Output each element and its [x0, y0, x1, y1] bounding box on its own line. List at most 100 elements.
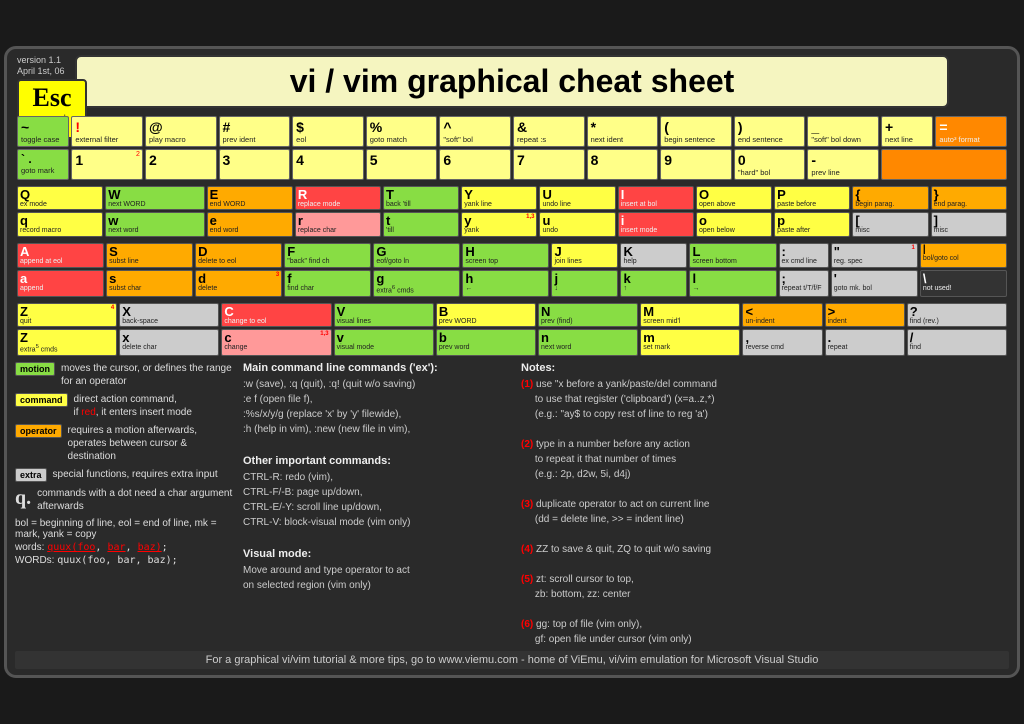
- asdf-row: Aappend at eol Ssubst line Ddelete to eo…: [15, 241, 1009, 299]
- key-X-upper: Xback-space: [119, 303, 219, 328]
- version-text: version 1.1: [17, 55, 61, 65]
- version-info: version 1.1 April 1st, 06: [17, 55, 65, 78]
- key-gt: >indent: [825, 303, 905, 328]
- key-plus: +next line: [881, 116, 933, 147]
- key-bang: !external filter: [71, 116, 143, 147]
- key-C-upper: Cchange to eol: [221, 303, 331, 328]
- notes-col: Notes: (1) use "x before a yank/paste/de…: [521, 362, 1009, 647]
- command-desc: direct action command,if red, it enters …: [74, 393, 192, 419]
- key-W-upper: Wnext WORD: [105, 186, 204, 211]
- key-star: *next ident: [587, 116, 659, 147]
- key-N-upper: Nprev (find): [538, 303, 638, 328]
- key-f: ffind char: [284, 270, 371, 297]
- key-p: ppaste after: [774, 212, 850, 237]
- key-k: k↑: [620, 270, 687, 297]
- dot-q-symbol: q.: [15, 487, 31, 510]
- legend-command: command direct action command,if red, it…: [15, 393, 235, 419]
- bottom-area: motion moves the cursor, or defines the …: [15, 362, 1009, 647]
- key-n: nnext word: [538, 329, 638, 356]
- key-Y-upper: Yyank line: [461, 186, 537, 211]
- key-t: t'till: [383, 212, 459, 237]
- key-D-upper: Ddelete to eol: [195, 243, 282, 268]
- key-0: 0"hard" bol: [734, 149, 806, 180]
- key-backtick: ` .goto mark: [17, 149, 69, 180]
- key-V-upper: Vvisual lines: [334, 303, 434, 328]
- key-P-upper: Ppaste before: [774, 186, 850, 211]
- key-6: 6: [439, 149, 511, 180]
- visual-title: Visual mode:: [243, 548, 513, 560]
- key-hash: #prev ident: [219, 116, 291, 147]
- motion-badge: motion: [15, 362, 55, 376]
- extra-desc: special functions, requires extra input: [53, 468, 218, 481]
- key-y: yyank1,3: [461, 212, 537, 237]
- key-H-upper: Hscreen top: [462, 243, 549, 268]
- key-E-upper: Eend WORD: [207, 186, 293, 211]
- key-squote: 'goto mk. bol: [831, 270, 918, 297]
- key-J-upper: Jjoin lines: [551, 243, 618, 268]
- key-K-upper: Khelp: [620, 243, 687, 268]
- esc-label: Esc: [23, 85, 81, 111]
- bol-line: bol = beginning of line, eol = end of li…: [15, 518, 235, 540]
- key-underscore: _"soft" bol down: [807, 116, 879, 147]
- key-7: 7: [513, 149, 585, 180]
- key-period: .repeat: [825, 329, 905, 356]
- key-auto: [881, 149, 1007, 180]
- key-d: ddelete3: [195, 270, 282, 297]
- key-z: Zextra5 cmds: [17, 329, 117, 356]
- key-Q: Qex mode: [17, 186, 103, 211]
- extra-badge: extra: [15, 468, 47, 482]
- key-m: mset mark: [640, 329, 740, 356]
- footer-text: For a graphical vi/vim tutorial & more t…: [206, 654, 819, 666]
- other-cmds-text: CTRL-R: redo (vim), CTRL-F/-B: page up/d…: [243, 470, 513, 530]
- key-i: iinsert mode: [618, 212, 694, 237]
- key-O-upper: Oopen above: [696, 186, 772, 211]
- key-rparen: )end sentence: [734, 116, 806, 147]
- key-equals: =auto³ format: [935, 116, 1007, 147]
- other-cmds-title: Other important commands:: [243, 455, 513, 467]
- main-cmds-text: :w (save), :q (quit), :q! (quit w/o savi…: [243, 377, 513, 437]
- key-u: uundo: [539, 212, 615, 237]
- key-rbrace: }end parag.: [931, 186, 1007, 211]
- number-row: ~toggle case !external filter @play macr…: [15, 114, 1009, 182]
- key-slash: /find: [907, 329, 1007, 356]
- key-b: bprev word: [436, 329, 536, 356]
- key-R-upper: Rreplace mode: [295, 186, 381, 211]
- motion-desc: moves the cursor, or defines the range f…: [61, 362, 235, 388]
- key-5: 5: [366, 149, 438, 180]
- key-U-upper: Uundo line: [539, 186, 615, 211]
- key-q: qrecord macro: [17, 212, 103, 237]
- key-dollar: $eol: [292, 116, 364, 147]
- notes-title: Notes:: [521, 362, 1009, 374]
- key-A-upper: Aappend at eol: [17, 243, 104, 268]
- main-cmds-title: Main command line commands ('ex'):: [243, 362, 513, 374]
- legend-motion: motion moves the cursor, or defines the …: [15, 362, 235, 388]
- words-line2: WORDs: quux(foo, bar, baz);: [15, 555, 235, 566]
- command-badge: command: [15, 393, 68, 407]
- key-s: ssubst char: [106, 270, 193, 297]
- operator-desc: requires a motion afterwards, operates b…: [68, 424, 235, 463]
- words-line: words: quux(foo, bar, baz);: [15, 542, 235, 553]
- title-box: vi / vim graphical cheat sheet: [75, 55, 949, 108]
- key-a: aappend: [17, 270, 104, 297]
- key-G-upper: Geof/goto ln: [373, 243, 460, 268]
- notes-text: (1) use "x before a yank/paste/del comma…: [521, 377, 1009, 647]
- legend-extra: extra special functions, requires extra …: [15, 468, 235, 482]
- key-lbracket: [misc: [852, 212, 928, 237]
- key-4: 4: [292, 149, 364, 180]
- key-S-upper: Ssubst line: [106, 243, 193, 268]
- key-x: xdelete char: [119, 329, 219, 356]
- legend-col: motion moves the cursor, or defines the …: [15, 362, 235, 647]
- key-M-upper: Mscreen mid'l: [640, 303, 740, 328]
- key-v: vvisual mode: [334, 329, 434, 356]
- key-w: wnext word: [105, 212, 204, 237]
- key-9: 9: [660, 149, 732, 180]
- legend-dot: q. commands with a dot need a char argum…: [15, 487, 235, 513]
- main-container: version 1.1 April 1st, 06 vi / vim graph…: [4, 46, 1020, 679]
- key-lparen: (begin sentence: [660, 116, 732, 147]
- key-2: 2: [145, 149, 217, 180]
- key-colon: :ex cmd line: [779, 243, 829, 268]
- date-text: April 1st, 06: [17, 66, 65, 76]
- key-B-upper: Bprev WORD: [436, 303, 536, 328]
- key-lt: <un-indent: [742, 303, 822, 328]
- key-F-upper: F"back" find ch: [284, 243, 371, 268]
